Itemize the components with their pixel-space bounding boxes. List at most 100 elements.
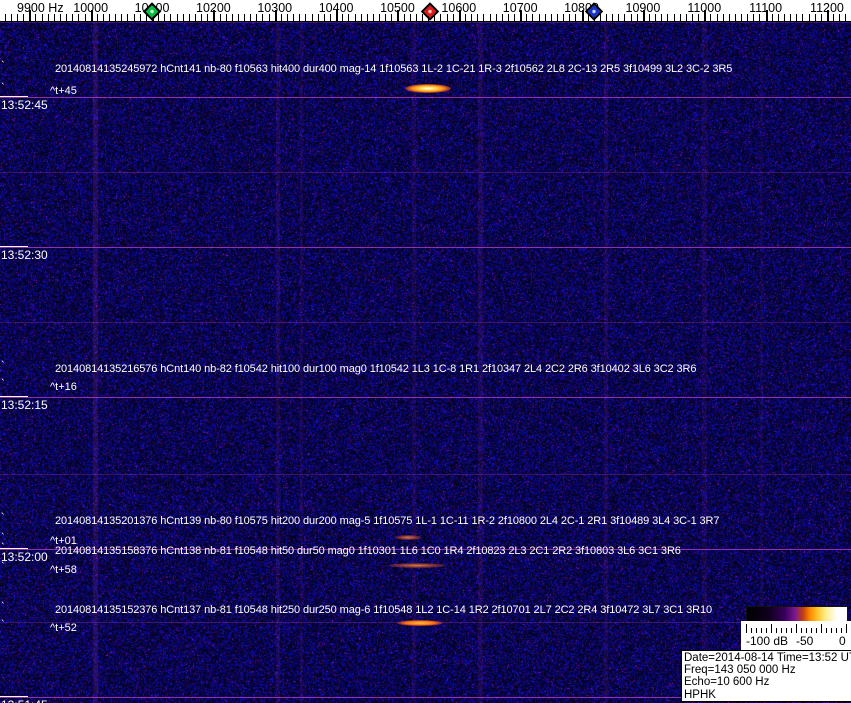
freq-tick (692, 14, 693, 21)
freq-tick (680, 14, 681, 21)
freq-tick (496, 14, 497, 21)
freq-tick (97, 14, 98, 21)
colorbar-tick (811, 628, 812, 633)
time-gridline (0, 97, 851, 98)
colorbar-tick (761, 628, 762, 633)
freq-tick (391, 14, 392, 21)
freq-tick (35, 14, 36, 21)
time-gridline-minor (0, 22, 851, 23)
freq-tick (661, 14, 662, 21)
freq-tick (385, 14, 386, 21)
freq-tick (809, 14, 810, 21)
freq-tick (373, 14, 374, 21)
colorbar-tick (796, 624, 797, 633)
freq-tick (23, 14, 24, 21)
detection-log-line: 20140814135245972 hCnt141 nb-80 f10563 h… (55, 63, 732, 75)
freq-label: 11000 (687, 1, 721, 15)
freq-label: 10700 (503, 1, 538, 15)
meteor-echo-blip (395, 535, 421, 540)
freq-tick (729, 14, 730, 21)
meteor-echo-blip (397, 620, 443, 626)
freq-tick (735, 14, 736, 21)
freq-tick (514, 14, 515, 21)
freq-label: 10600 (441, 1, 476, 15)
time-offset-marker: ^t+58 (50, 564, 77, 576)
meteor-spectrogram-app: 9900 Hz100001010010200103001040010500106… (0, 0, 851, 703)
freq-tick (189, 14, 190, 21)
detection-log-line: 20140814135216576 hCnt140 nb-82 f10542 h… (55, 363, 696, 375)
freq-tick (121, 14, 122, 21)
freq-tick (649, 14, 650, 21)
freq-tick (244, 14, 245, 21)
freq-tick (410, 14, 411, 21)
info-date-line: Date=2014-08-14 Time=13:52 UTC (684, 652, 851, 664)
freq-tick (72, 14, 73, 21)
freq-tick (710, 14, 711, 21)
info-echo-line: Echo=10 600 Hz (684, 676, 851, 688)
freq-tick (367, 14, 368, 21)
edge-tick-glyph: ` (1, 601, 5, 613)
freq-tick (293, 14, 294, 21)
colorbar-tick (801, 628, 802, 633)
time-gridline (0, 397, 851, 398)
colorbar-tick (831, 628, 832, 633)
freq-tick (134, 14, 135, 21)
info-box: Date=2014-08-14 Time=13:52 UTC Freq=143 … (681, 650, 851, 702)
edge-tick-glyph: ` (1, 82, 5, 94)
colorbar-tick (816, 628, 817, 633)
freq-tick (833, 14, 834, 21)
freq-tick (569, 14, 570, 21)
freq-tick (784, 14, 785, 21)
freq-tick (262, 14, 263, 21)
freq-label: 11100 (749, 1, 782, 15)
freq-tick (158, 14, 159, 21)
freq-tick (127, 14, 128, 21)
freq-tick (483, 14, 484, 21)
freq-tick (447, 14, 448, 21)
colorbar-ticks (741, 621, 851, 634)
freq-tick (759, 14, 760, 21)
time-label: 13:52:00 (1, 550, 48, 564)
freq-tick (723, 14, 724, 21)
freq-tick (207, 14, 208, 21)
edge-tick-glyph: ` (1, 378, 5, 390)
freq-tick (821, 14, 822, 21)
freq-tick (355, 14, 356, 21)
freq-tick (453, 14, 454, 21)
freq-tick (5, 14, 6, 21)
freq-tick (54, 14, 55, 21)
time-offset-marker: ^t+45 (50, 85, 77, 97)
freq-label: 10000 (73, 1, 108, 15)
freq-tick (545, 14, 546, 21)
red-diamond-marker[interactable] (421, 2, 439, 20)
colorbar-tick (756, 628, 757, 633)
freq-tick (195, 14, 196, 21)
freq-tick (655, 14, 656, 21)
freq-tick (109, 14, 110, 21)
freq-tick (78, 14, 79, 21)
colorbar-tick (846, 624, 847, 633)
freq-label: 10300 (257, 1, 292, 15)
colorbar-tick (836, 628, 837, 633)
freq-tick (551, 14, 552, 21)
freq-tick (471, 14, 472, 21)
freq-label: 10200 (196, 1, 231, 15)
detection-log-line: 20140814135158376 hCnt138 nb-81 f10548 h… (55, 545, 681, 557)
freq-tick (11, 14, 12, 21)
freq-tick (508, 14, 509, 21)
freq-tick (177, 14, 178, 21)
freq-tick (269, 14, 270, 21)
freq-tick (606, 14, 607, 21)
colorbar-tick (826, 628, 827, 633)
meteor-echo-blip (389, 563, 445, 568)
time-label: 13:52:45 (1, 98, 48, 112)
freq-tick (287, 14, 288, 21)
freq-tick (526, 14, 527, 21)
edge-tick-glyph: ` (1, 542, 5, 554)
freq-label: 10400 (319, 1, 354, 15)
colorbar-tick (751, 628, 752, 633)
colorbar-tick (746, 624, 747, 633)
freq-label: 9900 Hz (17, 1, 64, 15)
time-label: 13:51:45 (1, 698, 48, 703)
freq-tick (324, 14, 325, 21)
